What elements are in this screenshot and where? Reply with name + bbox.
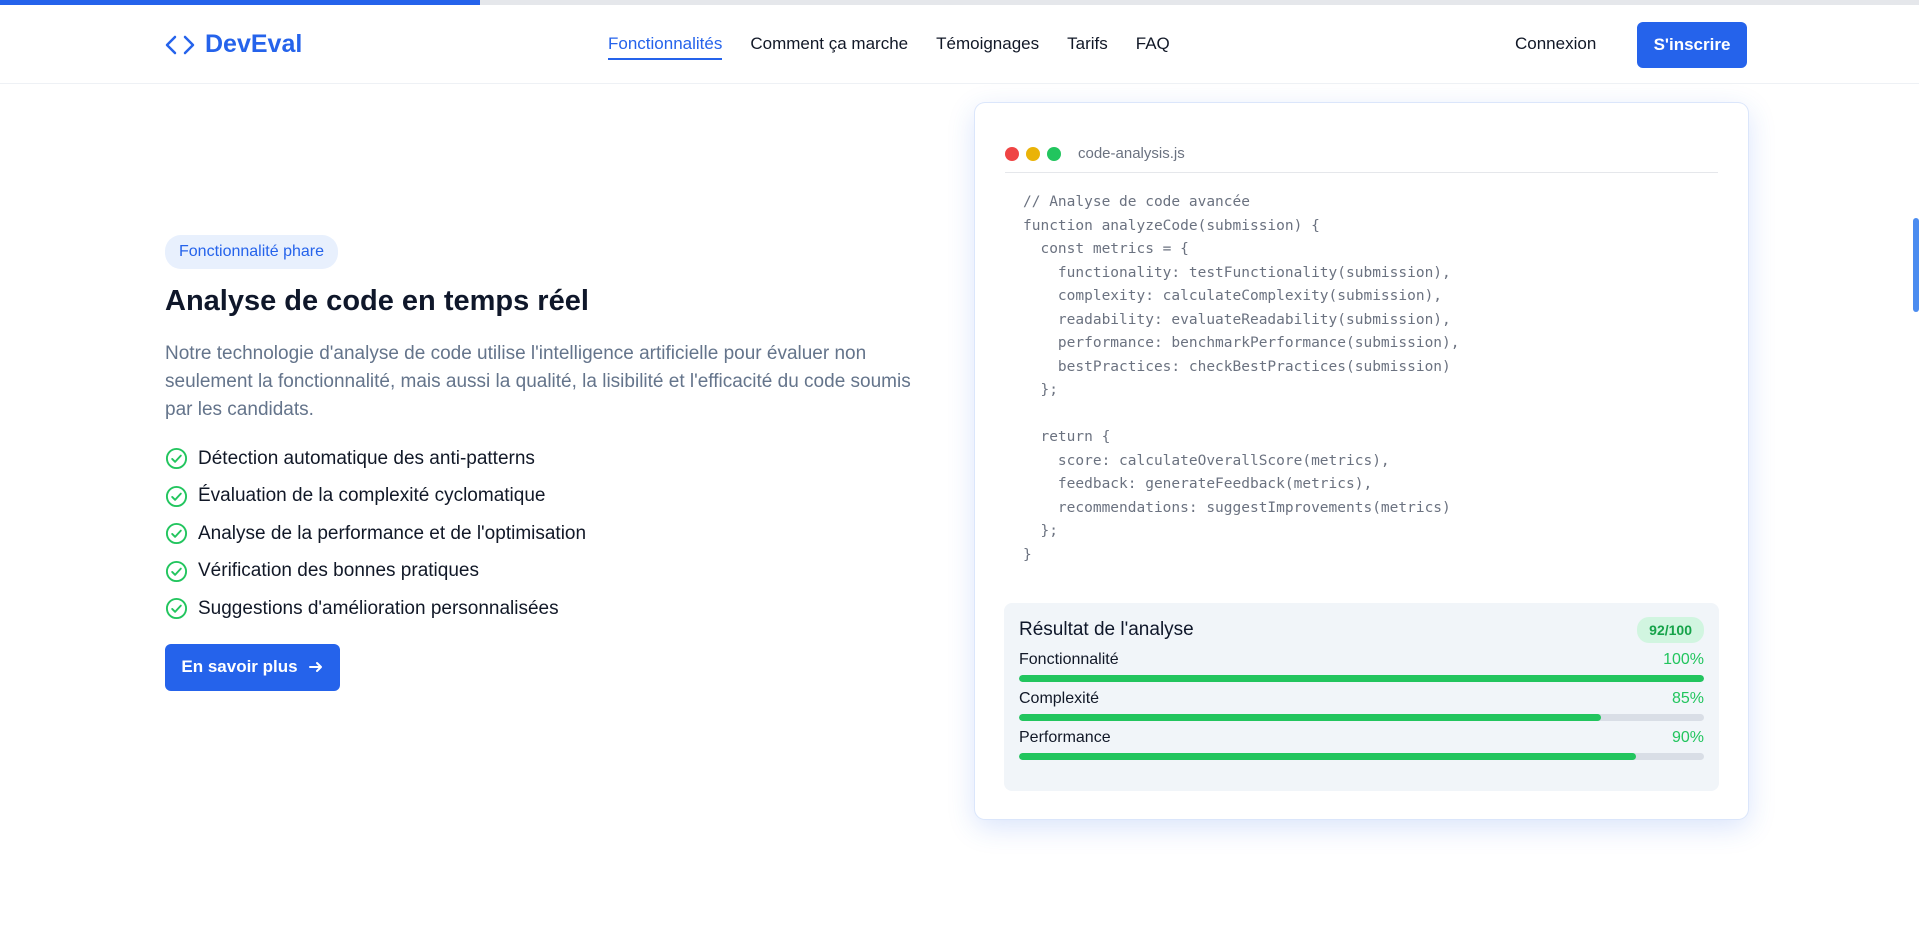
learn-more-label: En savoir plus (181, 657, 298, 676)
scroll-progress-bar (0, 0, 1919, 5)
feature-item: Analyse de la performance et de l'optimi… (165, 515, 925, 553)
site-header: DevEval Fonctionnalités Comment ça march… (0, 6, 1919, 84)
result-header: Résultat de l'analyse 92/100 (1019, 617, 1704, 643)
metric-label: Fonctionnalité (1019, 651, 1119, 668)
scrollbar-thumb[interactable] (1913, 218, 1919, 312)
nav-item-faq[interactable]: FAQ (1136, 34, 1170, 60)
signup-button[interactable]: S'inscrire (1637, 22, 1747, 68)
check-circle-icon (165, 560, 188, 582)
main-nav: Fonctionnalités Comment ça marche Témoig… (608, 34, 1170, 60)
feature-item: Détection automatique des anti-patterns (165, 440, 925, 478)
nav-item-pricing[interactable]: Tarifs (1067, 34, 1108, 60)
metric-row: Performance 90% (1019, 729, 1704, 747)
check-circle-icon (165, 598, 188, 620)
window-dot-green (1047, 147, 1061, 161)
metric-performance: Performance 90% (1019, 729, 1704, 760)
metric-row: Fonctionnalité 100% (1019, 651, 1704, 669)
metric-complexity: Complexité 85% (1019, 690, 1704, 721)
progress-bar-fill (1019, 675, 1704, 682)
feature-text: Suggestions d'amélioration personnalisée… (198, 597, 559, 619)
progress-bar (1019, 753, 1704, 760)
score-badge: 92/100 (1637, 617, 1704, 643)
check-circle-icon (165, 485, 188, 507)
scroll-progress-fill (0, 0, 480, 5)
section-title: Analyse de code en temps réel (165, 285, 589, 317)
section-description: Notre technologie d'analyse de code util… (165, 343, 911, 420)
feature-item: Vérification des bonnes pratiques (165, 553, 925, 591)
code-window-header: code-analysis.js (1005, 139, 1718, 173)
result-title: Résultat de l'analyse (1019, 619, 1194, 640)
progress-bar-fill (1019, 753, 1636, 760)
logo-text: DevEval (205, 30, 303, 58)
analysis-result-panel: Résultat de l'analyse 92/100 Fonctionnal… (1004, 603, 1719, 791)
feature-text: Évaluation de la complexité cyclomatique (198, 485, 546, 507)
metric-label: Performance (1019, 729, 1111, 746)
feature-badge: Fonctionnalité phare (165, 235, 338, 269)
feature-item: Suggestions d'amélioration personnalisée… (165, 590, 925, 628)
metric-row: Complexité 85% (1019, 690, 1704, 708)
arrow-right-icon (308, 662, 322, 672)
feature-list: Détection automatique des anti-patterns … (165, 440, 925, 628)
feature-text: Analyse de la performance et de l'optimi… (198, 522, 587, 544)
check-circle-icon (165, 448, 188, 470)
window-dot-yellow (1026, 147, 1040, 161)
progress-bar-fill (1019, 714, 1602, 721)
feature-text: Détection automatique des anti-patterns (198, 447, 535, 469)
code-block: // Analyse de code avancée function anal… (1023, 194, 1460, 563)
metric-percent: 85% (1671, 690, 1704, 707)
nav-item-testimonials[interactable]: Témoignages (936, 34, 1039, 60)
feature-text: Vérification des bonnes pratiques (198, 560, 479, 582)
check-circle-icon (165, 523, 188, 545)
code-brackets-icon (165, 35, 195, 54)
nav-item-features[interactable]: Fonctionnalités (608, 34, 723, 60)
progress-bar (1019, 714, 1704, 721)
logo[interactable]: DevEval (165, 30, 302, 59)
code-filename: code-analysis.js (1078, 145, 1185, 162)
progress-bar (1019, 675, 1704, 682)
nav-item-how-it-works[interactable]: Comment ça marche (750, 34, 908, 60)
metric-label: Complexité (1019, 690, 1100, 707)
learn-more-button[interactable]: En savoir plus (165, 643, 340, 691)
code-analysis-card: code-analysis.js // Analyse de code avan… (975, 103, 1748, 819)
metric-percent: 100% (1663, 651, 1704, 668)
login-link[interactable]: Connexion (1515, 34, 1596, 54)
feature-intro: Fonctionnalité phare Analyse de code en … (165, 235, 925, 691)
window-dot-red (1005, 147, 1019, 161)
metric-functionality: Fonctionnalité 100% (1019, 651, 1704, 682)
feature-item: Évaluation de la complexité cyclomatique (165, 478, 925, 516)
metric-percent: 90% (1671, 729, 1704, 746)
